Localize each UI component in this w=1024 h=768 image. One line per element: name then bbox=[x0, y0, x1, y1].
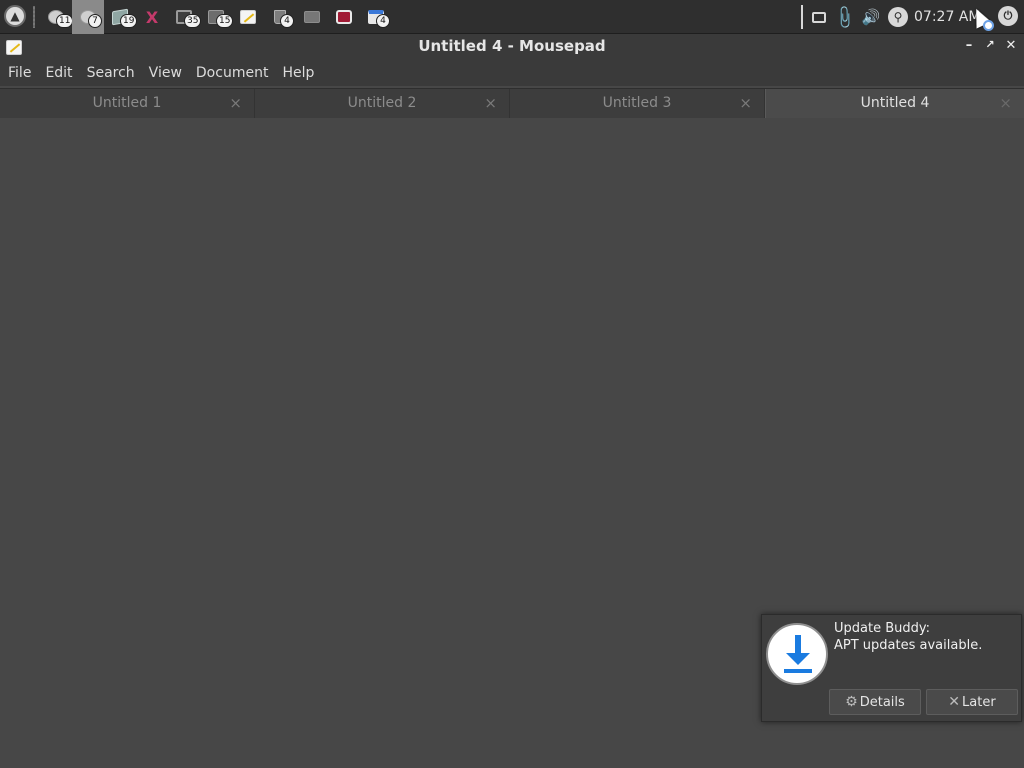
window-count-badge: 19 bbox=[120, 14, 138, 28]
notification-body: APT updates available. bbox=[834, 638, 983, 653]
menu-search[interactable]: Search bbox=[83, 65, 139, 81]
tab-close-icon[interactable]: × bbox=[739, 94, 752, 112]
taskbar-button-windows[interactable]: 15 bbox=[200, 0, 234, 34]
search-icon: ⚲ bbox=[893, 10, 903, 24]
window-buttons: 11 7 19 X 35 15 4 4 bbox=[40, 0, 392, 34]
menu-document[interactable]: Document bbox=[192, 65, 273, 81]
gear-icon: ⚙ bbox=[845, 694, 858, 710]
download-tray-line bbox=[784, 669, 812, 673]
window-titlebar[interactable]: Untitled 4 - Mousepad – ↗ ✕ bbox=[0, 34, 1024, 60]
taskbar-button-browser-2[interactable]: 7 bbox=[72, 0, 104, 34]
shopping-bag-icon bbox=[336, 10, 352, 24]
taskbar-button-trash[interactable]: 4 bbox=[264, 0, 296, 34]
taskbar-button-x-app[interactable]: X bbox=[136, 0, 168, 34]
applications-menu-button[interactable]: ▲ bbox=[4, 5, 26, 27]
paperclip-icon: 📎 bbox=[831, 3, 859, 31]
volume-tray-button[interactable]: 🔊 bbox=[858, 0, 884, 34]
system-tray: 📎 🔊 ⚲ 07:27 AM bbox=[806, 0, 984, 34]
display-icon bbox=[812, 11, 826, 23]
menu-edit[interactable]: Edit bbox=[41, 65, 76, 81]
menu-view[interactable]: View bbox=[145, 65, 186, 81]
tab-label: Untitled 4 bbox=[860, 95, 930, 111]
document-tabs: Untitled 1 × Untitled 2 × Untitled 3 × U… bbox=[0, 88, 1024, 118]
close-icon: ✕ bbox=[948, 694, 961, 710]
later-button-label: Later bbox=[962, 694, 996, 710]
later-button[interactable]: ✕ Later bbox=[926, 689, 1018, 715]
tab-untitled-1[interactable]: Untitled 1 × bbox=[0, 89, 255, 118]
search-button[interactable]: ⚲ bbox=[888, 7, 908, 27]
tab-close-icon[interactable]: × bbox=[484, 94, 497, 112]
tab-label: Untitled 1 bbox=[92, 95, 162, 111]
x-app-icon: X bbox=[145, 7, 159, 27]
window-count-badge: 7 bbox=[88, 14, 102, 28]
taskbar-button-mousepad[interactable] bbox=[232, 0, 264, 34]
speaker-icon: 🔊 bbox=[861, 8, 881, 26]
window-count-badge: 11 bbox=[56, 14, 74, 28]
tab-close-icon[interactable]: × bbox=[229, 94, 242, 112]
whisker-menu-icon: ▲ bbox=[10, 9, 20, 23]
menu-bar: File Edit Search View Document Help bbox=[0, 60, 1024, 86]
window-count-badge: 35 bbox=[184, 14, 202, 28]
window-count-badge: 4 bbox=[376, 14, 390, 28]
tab-label: Untitled 3 bbox=[602, 95, 672, 111]
taskbar-button-store[interactable] bbox=[328, 0, 360, 34]
tab-label: Untitled 2 bbox=[347, 95, 417, 111]
maximize-button[interactable]: ↗ bbox=[982, 38, 998, 56]
tab-untitled-3[interactable]: Untitled 3 × bbox=[510, 89, 765, 118]
details-button[interactable]: ⚙ Details bbox=[829, 689, 921, 715]
taskbar-button-package[interactable]: 19 bbox=[104, 0, 138, 34]
tab-close-icon[interactable]: × bbox=[999, 94, 1012, 112]
busy-cursor-icon bbox=[983, 20, 994, 31]
window-count-badge: 4 bbox=[280, 14, 294, 28]
download-arrow-head bbox=[786, 653, 810, 665]
notification-title: Update Buddy: bbox=[834, 621, 931, 636]
panel-separator bbox=[33, 6, 35, 28]
screen-tray-button[interactable] bbox=[806, 0, 832, 34]
power-button[interactable]: ⏻ bbox=[998, 6, 1018, 26]
minimize-button[interactable]: – bbox=[961, 38, 977, 56]
taskbar-button-files[interactable] bbox=[296, 0, 328, 34]
folder-icon bbox=[304, 11, 320, 23]
details-button-label: Details bbox=[859, 694, 905, 710]
window-title: Untitled 4 - Mousepad bbox=[418, 37, 606, 55]
power-icon: ⏻ bbox=[1003, 9, 1013, 22]
taskbar-button-terminal[interactable]: 35 bbox=[168, 0, 202, 34]
taskbar-button-browser-1[interactable]: 11 bbox=[40, 0, 74, 34]
tab-untitled-2[interactable]: Untitled 2 × bbox=[255, 89, 510, 118]
menu-file[interactable]: File bbox=[4, 65, 35, 81]
tray-separator bbox=[801, 5, 803, 29]
download-icon bbox=[766, 623, 828, 685]
update-notification: Update Buddy: APT updates available. ⚙ D… bbox=[761, 614, 1022, 722]
taskbar-button-window[interactable]: 4 bbox=[360, 0, 392, 34]
top-panel: ▲ 11 7 19 X 35 15 4 4 📎 🔊 ⚲ 07:27 AM ⏻ bbox=[0, 0, 1024, 34]
tab-untitled-4[interactable]: Untitled 4 × bbox=[765, 89, 1024, 118]
window-count-badge: 15 bbox=[216, 14, 234, 28]
close-window-button[interactable]: ✕ bbox=[1003, 38, 1019, 56]
clipboard-tray-button[interactable]: 📎 bbox=[831, 0, 859, 34]
menu-help[interactable]: Help bbox=[278, 65, 318, 81]
text-editor-icon bbox=[240, 10, 256, 24]
